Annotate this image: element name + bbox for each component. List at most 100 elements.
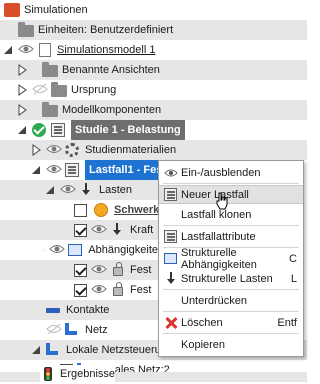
materials-icon xyxy=(65,143,81,157)
tree-item-mesh-label: Netz xyxy=(85,324,108,336)
menu-item-toggle-visibility[interactable]: Ein-/ausblenden xyxy=(159,163,303,182)
check-circle-icon xyxy=(32,123,48,137)
force-arrow-icon xyxy=(110,223,126,237)
menu-item-copy-label: Kopieren xyxy=(181,338,226,351)
loadcase-icon xyxy=(65,163,81,177)
gravity-checkbox[interactable] xyxy=(74,203,87,217)
tree-item-loads-label: Lasten xyxy=(99,184,133,196)
menu-item-suppress[interactable]: Unterdrücken xyxy=(159,291,303,310)
menu-item-clone-loadcase[interactable]: Lastfall klonen xyxy=(159,205,303,224)
menu-item-delete[interactable]: Löschen Entf xyxy=(159,313,303,332)
tree-item-study[interactable]: Studie 1 - Belastung xyxy=(16,120,306,140)
tree-item-contacts[interactable]: Kontakte xyxy=(0,300,158,320)
tree-item-model-components-label: Modellkomponenten xyxy=(62,104,162,116)
eye-icon[interactable] xyxy=(49,242,68,259)
tree-item-fixed-2-label: Fest xyxy=(130,284,152,296)
menu-item-loadcase-attributes-label: Lastfallattribute xyxy=(181,230,256,243)
eye-icon[interactable] xyxy=(46,162,65,179)
menu-item-structural-loads[interactable]: Strukturelle Lasten L xyxy=(159,269,303,288)
new-loadcase-icon xyxy=(164,187,178,202)
menu-separator xyxy=(163,311,299,312)
constraint-icon xyxy=(68,243,84,257)
collapse-triangle-icon[interactable] xyxy=(44,244,46,256)
tree-item-gravity-label: Schwerkr xyxy=(114,204,164,216)
menu-item-delete-label: Löschen xyxy=(181,316,223,329)
menu-item-structural-constraints-label: Strukturelle Abhängigkeiten xyxy=(181,246,257,271)
tree-item-mesh[interactable]: Netz xyxy=(46,320,158,340)
expand-triangle-icon[interactable] xyxy=(16,64,28,76)
tree-item-named-views[interactable]: Benannte Ansichten xyxy=(0,60,307,80)
fixed-1-checkbox[interactable] xyxy=(74,263,87,277)
tree-item-model[interactable]: Simulationsmodell 1 xyxy=(2,40,302,60)
menu-item-structural-loads-shortcut: L xyxy=(290,272,297,285)
tree-root[interactable]: Simulationen xyxy=(4,0,304,20)
tree-item-origin-label: Ursprung xyxy=(71,84,117,96)
tree-item-origin[interactable]: Ursprung xyxy=(16,80,296,100)
collapse-triangle-icon[interactable] xyxy=(16,124,28,136)
menu-item-toggle-visibility-label: Ein-/ausblenden xyxy=(181,166,261,179)
tree-item-units-label: Einheiten: Benutzerdefiniert xyxy=(38,24,174,36)
model-icon xyxy=(37,43,53,57)
expand-triangle-icon[interactable] xyxy=(16,104,28,116)
tree-item-fixed-1-label: Fest xyxy=(130,264,152,276)
folder-icon xyxy=(42,102,58,117)
collapse-triangle-icon[interactable] xyxy=(2,44,14,56)
units-icon xyxy=(18,22,34,37)
menu-item-delete-shortcut: Entf xyxy=(277,316,297,329)
menu-item-structural-constraints[interactable]: Strukturelle Abhängigkeiten C xyxy=(159,246,303,271)
tree-item-fixed-1[interactable]: Fest xyxy=(0,260,158,280)
tree-item-model-label: Simulationsmodell 1 xyxy=(57,44,156,56)
hand-cursor-icon xyxy=(216,192,228,210)
menu-item-new-loadcase[interactable]: Neuer Lastfall xyxy=(159,185,303,204)
contacts-icon xyxy=(46,303,62,317)
load-arrow-icon xyxy=(79,183,95,197)
simulation-icon xyxy=(4,3,20,17)
tree-item-study-materials-label: Studienmaterialien xyxy=(85,144,177,156)
study-icon xyxy=(51,123,67,137)
tree-item-results[interactable]: Ergebnisse xyxy=(40,365,116,382)
menu-separator xyxy=(163,183,299,184)
attributes-icon xyxy=(164,229,178,244)
eye-hidden-icon[interactable] xyxy=(32,82,51,99)
eye-icon[interactable] xyxy=(18,42,37,59)
folder-icon xyxy=(42,62,58,77)
menu-item-loadcase-attributes[interactable]: Lastfallattribute xyxy=(159,227,303,246)
load-arrow-icon xyxy=(164,271,178,286)
tree-root-label: Simulationen xyxy=(24,4,88,16)
tree-item-named-views-label: Benannte Ansichten xyxy=(62,64,160,76)
eye-hidden-icon[interactable] xyxy=(46,322,65,339)
folder-icon xyxy=(51,82,67,97)
context-menu: Ein-/ausblenden Neuer Lastfall Lastfall … xyxy=(158,160,304,357)
tree-item-force[interactable]: Kraft xyxy=(0,220,158,240)
delete-icon xyxy=(164,316,178,330)
menu-item-suppress-label: Unterdrücken xyxy=(181,294,248,307)
expand-triangle-icon[interactable] xyxy=(30,144,42,156)
collapse-triangle-icon[interactable] xyxy=(44,184,56,196)
traffic-light-icon xyxy=(40,366,56,381)
tree-item-model-components[interactable]: Modellkomponenten xyxy=(0,100,307,120)
eye-icon[interactable] xyxy=(46,142,65,159)
tree-item-units[interactable]: Einheiten: Benutzerdefiniert xyxy=(0,20,307,40)
eye-icon[interactable] xyxy=(91,262,110,279)
lock-icon xyxy=(110,282,126,297)
eye-icon[interactable] xyxy=(60,182,79,199)
collapse-triangle-icon[interactable] xyxy=(30,344,42,356)
tree-item-gravity[interactable]: Schwerkr xyxy=(74,200,164,220)
collapse-triangle-icon[interactable] xyxy=(30,164,42,176)
menu-separator xyxy=(163,333,299,334)
menu-item-copy[interactable]: Kopieren xyxy=(159,335,303,354)
expand-triangle-icon[interactable] xyxy=(16,84,28,96)
eye-icon[interactable] xyxy=(91,282,110,299)
constraint-icon xyxy=(164,252,178,266)
tree-item-study-materials[interactable]: Studienmaterialien xyxy=(0,140,307,160)
tree-item-force-label: Kraft xyxy=(130,224,154,236)
menu-separator xyxy=(163,225,299,226)
tree-item-loads[interactable]: Lasten xyxy=(0,180,158,200)
tree-item-study-label: Studie 1 - Belastung xyxy=(71,120,185,140)
eye-icon xyxy=(164,166,178,180)
fixed-2-checkbox[interactable] xyxy=(74,283,87,297)
eye-icon[interactable] xyxy=(91,222,110,239)
force-checkbox[interactable] xyxy=(74,223,87,237)
tree-item-dependencies[interactable]: Abhängigkeite xyxy=(44,240,158,260)
tree-item-fixed-2[interactable]: Fest xyxy=(74,280,158,300)
